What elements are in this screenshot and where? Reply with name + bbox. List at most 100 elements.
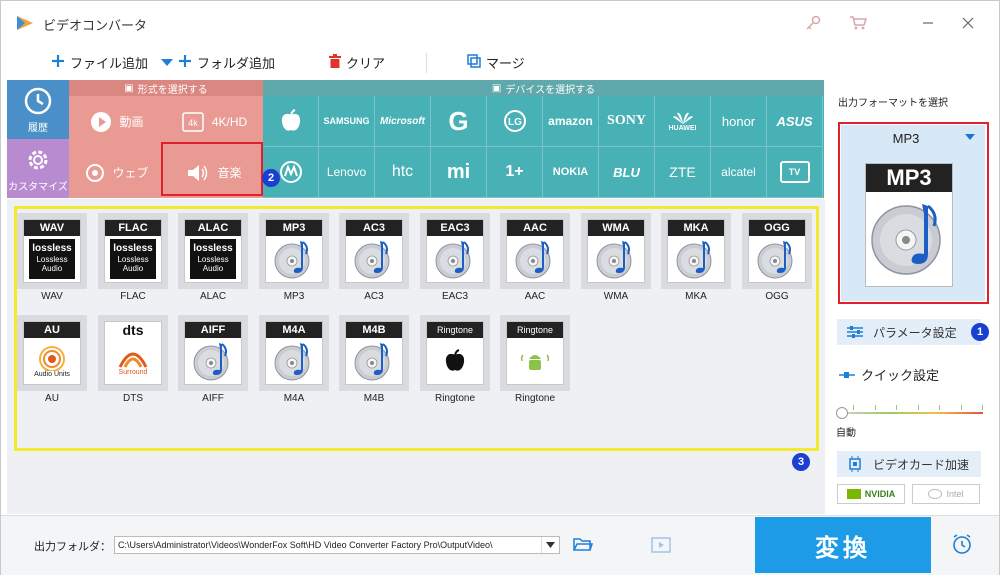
output-folder-input[interactable]: C:\Users\Administrator\Videos\WonderFox … (114, 536, 560, 554)
device-lg[interactable]: LG (487, 96, 543, 147)
history-button[interactable]: 履歴 (7, 80, 69, 139)
music-disc-icon (266, 338, 322, 384)
device-lenovo-label: Lenovo (326, 165, 367, 179)
device-google[interactable]: G (431, 96, 487, 147)
music-disc-icon (266, 236, 322, 282)
nvidia-toggle[interactable]: NVIDIA (837, 484, 905, 504)
plus-icon (178, 54, 192, 71)
device-alcatel-label: alcatel (721, 165, 756, 179)
clock-icon (24, 87, 52, 114)
format-section-header: ▣ 形式を選択する (69, 80, 263, 96)
format-tile-icon: AC3 (345, 219, 403, 283)
device-huawei-label: HUAWEI (668, 124, 697, 132)
device-microsoft[interactable]: Microsoft (375, 96, 431, 147)
format-tile[interactable]: AAC (500, 213, 570, 289)
cart-icon[interactable] (846, 11, 870, 35)
device-htc[interactable]: htc (375, 147, 431, 198)
device-blu[interactable]: BLU (599, 147, 655, 198)
device-apple[interactable] (263, 96, 319, 147)
app-logo-icon (15, 14, 35, 35)
format-tile[interactable]: EAC3 (420, 213, 490, 289)
device-alcatel[interactable]: alcatel (711, 147, 767, 198)
device-samsung[interactable]: SAMSUNG (319, 96, 375, 147)
format-tile[interactable]: WAV lossless Lossless Audio (17, 213, 87, 289)
music-disc-icon (588, 236, 644, 282)
add-folder-button[interactable]: フォルダ追加 (161, 53, 275, 72)
parameter-settings-button[interactable]: パラメータ設定 (837, 319, 981, 345)
window-title: ビデオコンバータ (43, 18, 148, 33)
merge-label: マージ (486, 56, 525, 71)
format-tile[interactable]: WMA (581, 213, 651, 289)
device-amazon[interactable]: amazon (543, 96, 599, 147)
music-disc-icon (427, 236, 483, 282)
format-tile-icon: M4B (345, 321, 403, 385)
music-disc-icon (507, 236, 563, 282)
chip-icon (847, 456, 863, 472)
film-icon: ▣ (124, 82, 134, 94)
format-tile[interactable]: AU Audio Units (17, 315, 87, 391)
device-blu-label: BLU (613, 164, 640, 180)
format-tile[interactable]: Ringtone (500, 315, 570, 391)
device-oneplus[interactable]: 1+ (487, 147, 543, 198)
video-output-icon[interactable] (651, 536, 671, 557)
format-tile[interactable]: FLAC lossless Lossless Audio (98, 213, 168, 289)
device-nokia[interactable]: NOKIA (543, 147, 599, 198)
format-tile-label: AAC (524, 291, 546, 302)
lossless-line-1: Lossless (117, 254, 149, 264)
quality-slider[interactable] (841, 412, 983, 414)
alarm-clock-icon[interactable] (951, 533, 973, 558)
lossless-line-1: Lossless (197, 254, 229, 264)
format-tile-label: M4B (363, 393, 385, 404)
device-zte[interactable]: ZTE (655, 147, 711, 198)
format-4k[interactable]: 4k 4K/HD (166, 96, 263, 147)
add-file-button[interactable]: ファイル追加 (51, 53, 148, 72)
format-tile[interactable]: dts Surround (98, 315, 168, 391)
intel-toggle[interactable]: Intel (912, 484, 980, 504)
device-honor[interactable]: honor (711, 96, 767, 147)
folder-open-icon[interactable] (573, 536, 594, 555)
format-tile[interactable]: OGG (742, 213, 812, 289)
device-sony[interactable]: SONY (599, 96, 655, 147)
device-mi[interactable]: mi (431, 147, 487, 198)
format-tile-tag: WMA (588, 220, 644, 236)
clear-button[interactable]: クリア (329, 53, 385, 72)
convert-button[interactable]: 変換 (755, 517, 931, 573)
quality-slider-handle[interactable] (836, 407, 848, 419)
minimize-button[interactable] (916, 11, 940, 35)
format-video[interactable]: 動画 (69, 96, 166, 147)
format-tile[interactable]: M4A (259, 315, 329, 391)
tv-icon: TV (779, 161, 810, 183)
format-tile[interactable]: ALAC lossless Lossless Audio (178, 213, 248, 289)
device-icon: ▣ (491, 82, 502, 94)
format-web[interactable]: ウェブ (69, 147, 166, 198)
lossless-line-2: Audio (41, 263, 63, 273)
device-huawei[interactable]: HUAWEI (655, 96, 711, 147)
device-asus-label: ASUS (776, 113, 813, 129)
customize-button[interactable]: カスタマイズ (7, 139, 69, 198)
device-asus[interactable]: ASUS (767, 96, 823, 147)
format-tile-icon: Ringtone (426, 321, 484, 385)
svg-text:LG: LG (508, 117, 522, 128)
format-tile[interactable]: AC3 (339, 213, 409, 289)
motorola-icon (279, 161, 302, 183)
add-file-label: ファイル追加 (70, 56, 149, 71)
merge-button[interactable]: マージ (467, 53, 525, 72)
android-icon (507, 338, 563, 384)
format-tile-icon: ALAC lossless Lossless Audio (184, 219, 242, 283)
device-lenovo[interactable]: Lenovo (319, 147, 375, 198)
gpu-acceleration-button[interactable]: ビデオカード加速 (837, 451, 981, 477)
close-button[interactable] (956, 11, 980, 35)
format-tile[interactable]: Ringtone (420, 315, 490, 391)
format-tile-icon: FLAC lossless Lossless Audio (104, 219, 162, 283)
key-icon[interactable] (801, 11, 825, 35)
format-tile-tag: EAC3 (427, 220, 483, 236)
format-tile[interactable]: M4B (339, 315, 409, 391)
format-tile-tag: M4B (346, 322, 402, 338)
device-tv[interactable]: TV (767, 147, 823, 198)
format-tile[interactable]: AIFF (178, 315, 248, 391)
path-dropdown-button[interactable] (541, 537, 559, 553)
device-nokia-label: NOKIA (552, 166, 589, 178)
format-tile[interactable]: MKA (661, 213, 731, 289)
gear-icon (28, 150, 48, 169)
format-tile[interactable]: MP3 (259, 213, 329, 289)
